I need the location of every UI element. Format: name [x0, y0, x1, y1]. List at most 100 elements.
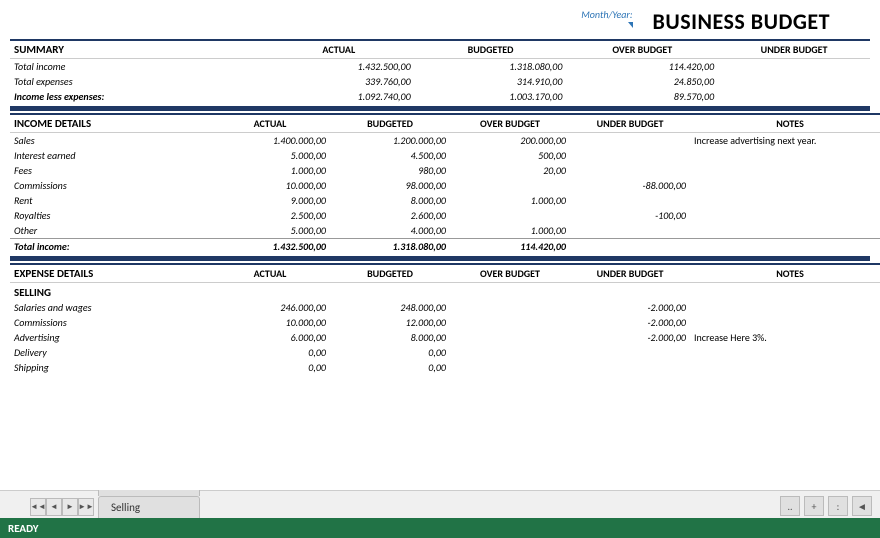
tab-add-button[interactable]: +: [804, 496, 824, 516]
income-row: Rent 9.000,00 8.000,00 1.000,00: [10, 193, 880, 208]
income-budgeted: 4.000,00: [330, 223, 450, 239]
income-label: Fees: [10, 163, 210, 178]
summary-budgeted: 314.910,00: [415, 74, 567, 89]
summary-row: Income less expenses: 1.092.740,00 1.003…: [10, 89, 870, 104]
income-notes: [690, 239, 880, 255]
income-label: Rent: [10, 193, 210, 208]
divider-income-expense: [10, 256, 870, 261]
income-section-label: INCOME DETAILS: [10, 114, 210, 133]
expense-over: [450, 330, 570, 345]
tab-selling[interactable]: Selling: [98, 496, 200, 518]
expense-row: Delivery 0,00 0,00: [10, 345, 880, 360]
income-actual: 5.000,00: [210, 223, 330, 239]
income-under: [570, 239, 690, 255]
expense-notes: [690, 300, 880, 315]
summary-col-actual: ACTUAL: [263, 40, 415, 59]
tab-nav-right-right[interactable]: ►►: [78, 498, 94, 516]
income-label: Commissions: [10, 178, 210, 193]
income-budgeted: 980,00: [330, 163, 450, 178]
expense-label: Advertising: [10, 330, 210, 345]
expense-notes: Increase Here 3%.: [690, 330, 880, 345]
income-row: Total income: 1.432.500,00 1.318.080,00 …: [10, 239, 880, 255]
month-year-block: Month/Year:: [581, 8, 632, 28]
tab-extra-colon[interactable]: :: [828, 496, 848, 516]
income-col-over: OVER BUDGET: [450, 114, 570, 133]
expense-col-actual: ACTUAL: [210, 264, 330, 283]
selling-subsection: SELLING: [10, 283, 880, 301]
income-table: INCOME DETAILS ACTUAL BUDGETED OVER BUDG…: [10, 113, 880, 254]
expense-budgeted: 0,00: [330, 360, 450, 375]
tab-nav-right[interactable]: ►: [62, 498, 78, 516]
summary-over: 114.420,00: [566, 59, 718, 75]
expense-row: Salaries and wages 246.000,00 248.000,00…: [10, 300, 880, 315]
expense-notes: [690, 345, 880, 360]
tab-nav-left-left[interactable]: ◄◄: [30, 498, 46, 516]
income-label: Royalties: [10, 208, 210, 223]
summary-under: [718, 74, 870, 89]
tab-nav-section: ◄◄ ◄ ► ►►: [30, 498, 94, 518]
income-actual: 10.000,00: [210, 178, 330, 193]
summary-label: Total income: [10, 59, 263, 75]
income-col-actual: ACTUAL: [210, 114, 330, 133]
expense-actual: 6.000,00: [210, 330, 330, 345]
income-row: Other 5.000,00 4.000,00 1.000,00: [10, 223, 880, 239]
expense-actual: 0,00: [210, 345, 330, 360]
expense-under: -2.000,00: [570, 300, 690, 315]
income-budgeted: 2.600,00: [330, 208, 450, 223]
income-row: Sales 1.400.000,00 1.200.000,00 200.000,…: [10, 133, 880, 149]
expense-col-notes: NOTES: [690, 264, 880, 283]
expense-budgeted: 248.000,00: [330, 300, 450, 315]
income-notes: [690, 163, 880, 178]
expense-label: Commissions: [10, 315, 210, 330]
income-budgeted: 1.318.080,00: [330, 239, 450, 255]
income-label: Interest earned: [10, 148, 210, 163]
income-budgeted: 4.500,00: [330, 148, 450, 163]
summary-col-over: OVER BUDGET: [566, 40, 718, 59]
expense-section-label: EXPENSE DETAILS: [10, 264, 210, 283]
income-under: [570, 193, 690, 208]
expense-label: Shipping: [10, 360, 210, 375]
status-bar: READY: [0, 518, 880, 538]
income-actual: 1.000,00: [210, 163, 330, 178]
expense-notes: [690, 315, 880, 330]
status-text: READY: [8, 522, 38, 535]
expense-budgeted: 0,00: [330, 345, 450, 360]
expense-col-over: OVER BUDGET: [450, 264, 570, 283]
income-under: -88.000,00: [570, 178, 690, 193]
expense-col-budgeted: BUDGETED: [330, 264, 450, 283]
income-actual: 1.400.000,00: [210, 133, 330, 149]
income-row: Royalties 2.500,00 2.600,00 -100,00: [10, 208, 880, 223]
income-actual: 2.500,00: [210, 208, 330, 223]
summary-under: [718, 59, 870, 75]
income-over: [450, 178, 570, 193]
expense-under: -2.000,00: [570, 330, 690, 345]
summary-over: 24.850,00: [566, 74, 718, 89]
income-over: 1.000,00: [450, 223, 570, 239]
income-under: [570, 163, 690, 178]
income-notes: [690, 223, 880, 239]
income-notes: [690, 148, 880, 163]
income-under: [570, 223, 690, 239]
summary-label: Income less expenses:: [10, 89, 263, 104]
spreadsheet-area: Month/Year: BUSINESS BUDGET SUMMARY ACTU…: [0, 0, 880, 490]
expense-budgeted: 12.000,00: [330, 315, 450, 330]
tab-extra-dots[interactable]: ..: [780, 496, 800, 516]
title-area: Month/Year: BUSINESS BUDGET: [10, 8, 870, 35]
income-notes: [690, 208, 880, 223]
income-row: Interest earned 5.000,00 4.500,00 500,00: [10, 148, 880, 163]
income-actual: 5.000,00: [210, 148, 330, 163]
expense-label: Delivery: [10, 345, 210, 360]
expense-over: [450, 360, 570, 375]
tab-scroll-left[interactable]: ◄: [852, 496, 872, 516]
expense-row: Shipping 0,00 0,00: [10, 360, 880, 375]
expense-under: [570, 360, 690, 375]
expense-col-under: UNDER BUDGET: [570, 264, 690, 283]
summary-row: Total expenses 339.760,00 314.910,00 24.…: [10, 74, 870, 89]
income-under: -100,00: [570, 208, 690, 223]
income-over: 1.000,00: [450, 193, 570, 208]
tab-nav-left[interactable]: ◄: [46, 498, 62, 516]
month-year-label: Month/Year:: [581, 8, 632, 21]
income-notes: [690, 193, 880, 208]
income-label: Sales: [10, 133, 210, 149]
expense-under: -2.000,00: [570, 315, 690, 330]
